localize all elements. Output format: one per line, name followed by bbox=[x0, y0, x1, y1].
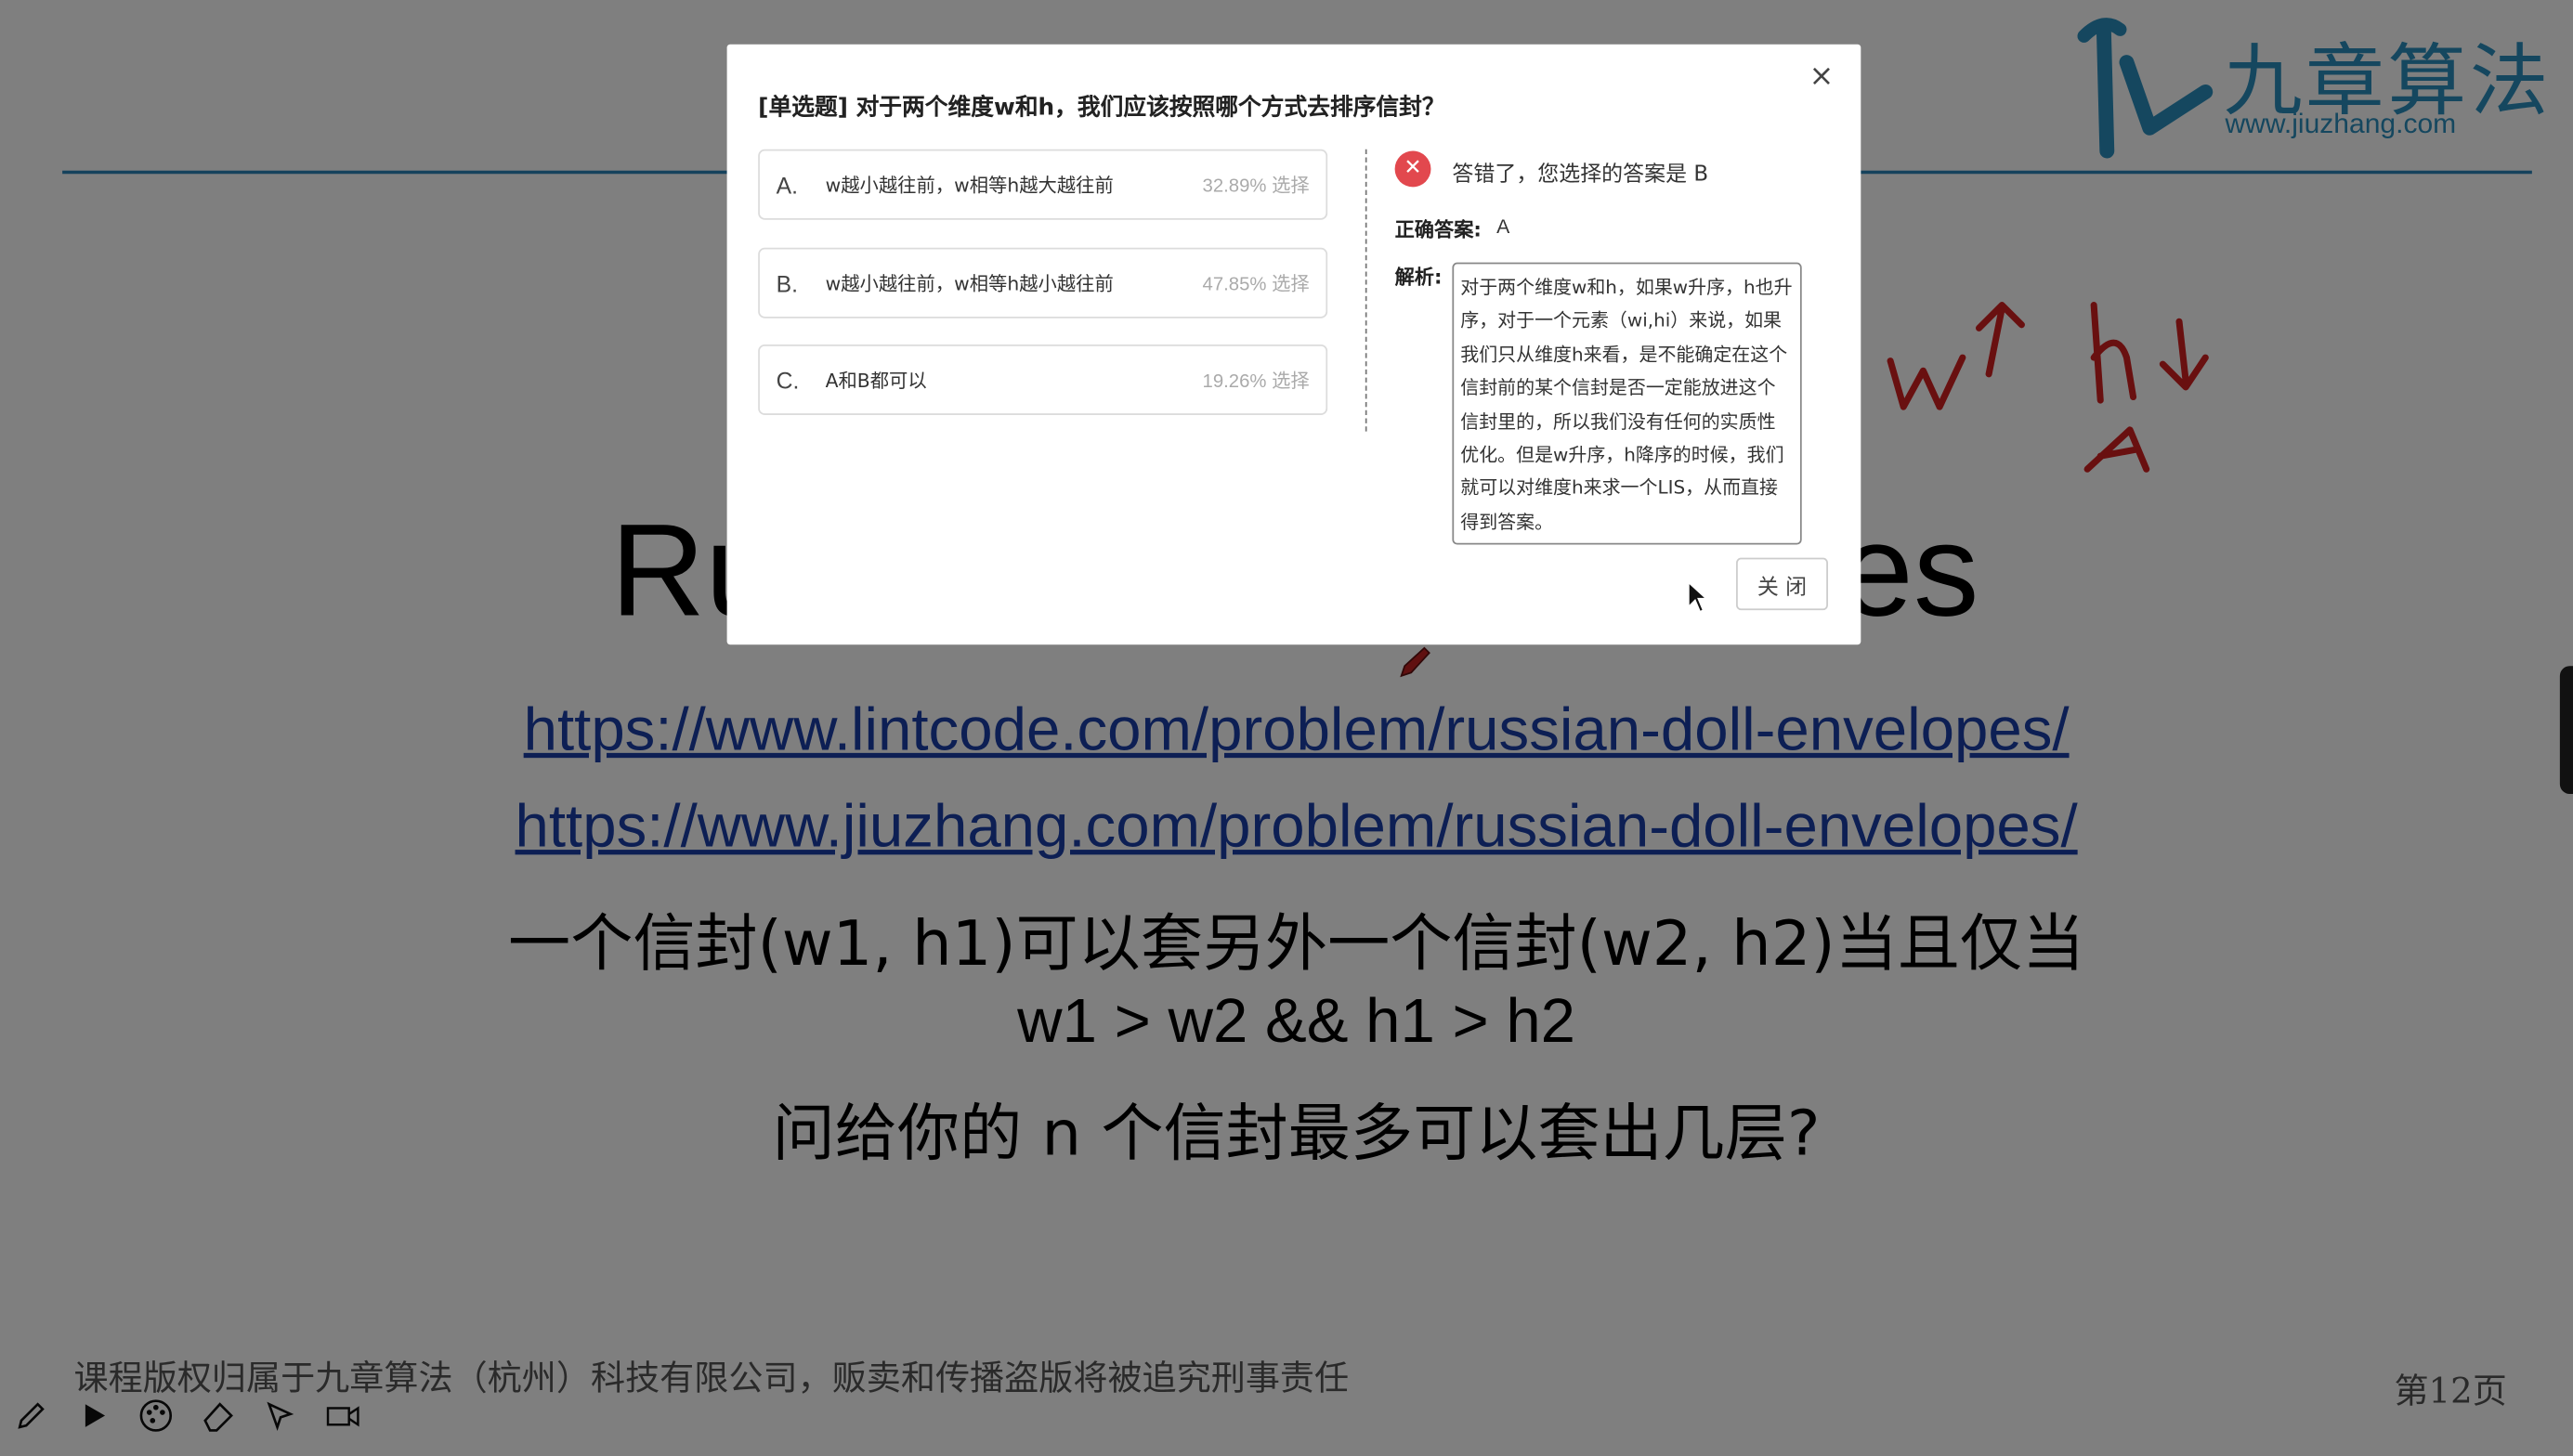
option-text: w越小越往前，w相等h越大越往前 bbox=[825, 173, 1114, 197]
analysis-label: 解析: bbox=[1394, 266, 1443, 289]
close-button[interactable]: 关 闭 bbox=[1736, 557, 1828, 611]
wrong-answer-icon: ✕ bbox=[1394, 150, 1431, 188]
option-b[interactable]: B. w越小越往前，w相等h越小越往前 47.85% 选择 bbox=[758, 247, 1328, 318]
option-letter: C. bbox=[776, 366, 800, 394]
dialog-divider bbox=[1365, 149, 1367, 432]
analysis-text: 对于两个维度w和h，如果w升序，h也升序，对于一个元素（wi,hi）来说，如果我… bbox=[1452, 262, 1802, 545]
option-percentage: 19.26% 选择 bbox=[1202, 371, 1310, 392]
option-c[interactable]: C. A和B都可以 19.26% 选择 bbox=[758, 344, 1328, 415]
close-icon[interactable]: × bbox=[1805, 59, 1837, 93]
option-text: A和B都可以 bbox=[825, 368, 927, 392]
option-percentage: 47.85% 选择 bbox=[1202, 274, 1310, 295]
question-title: [单选题] 对于两个维度w和h，我们应该按照哪个方式去排序信封？ bbox=[758, 95, 1445, 122]
correct-answer-value: A bbox=[1496, 214, 1510, 239]
correct-answer-label: 正确答案: bbox=[1394, 217, 1482, 241]
option-letter: B. bbox=[776, 269, 798, 296]
option-percentage: 32.89% 选择 bbox=[1202, 176, 1310, 197]
quiz-dialog: × [单选题] 对于两个维度w和h，我们应该按照哪个方式去排序信封？ A. w越… bbox=[726, 44, 1861, 645]
mouse-cursor-icon bbox=[1687, 580, 1709, 614]
option-text: w越小越往前，w相等h越小越往前 bbox=[825, 271, 1114, 295]
option-letter: A. bbox=[776, 171, 798, 198]
screen: 九章算法 www.jiuzhang.com Ru es https://www.… bbox=[0, 0, 2573, 1456]
result-message: 答错了，您选择的答案是 B bbox=[1452, 162, 1709, 188]
option-a[interactable]: A. w越小越往前，w相等h越大越往前 32.89% 选择 bbox=[758, 149, 1328, 220]
